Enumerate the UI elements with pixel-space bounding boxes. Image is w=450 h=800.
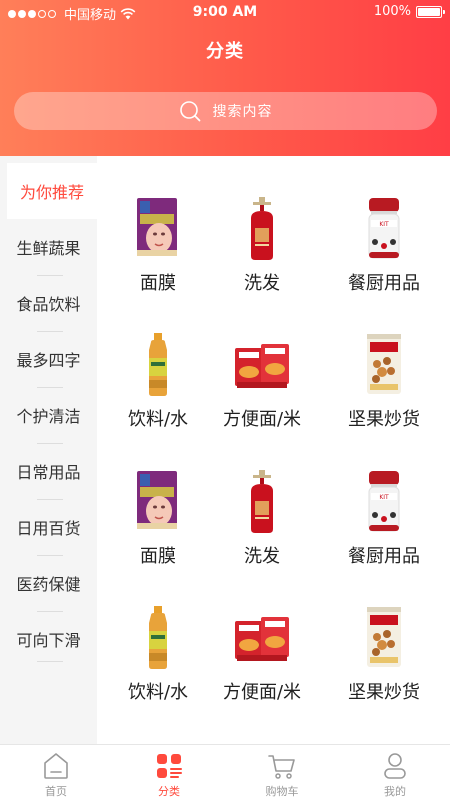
sidebar-item[interactable]: 日常用品	[0, 443, 97, 499]
tab-bar: 首页 分类 购物车 我的	[0, 744, 450, 800]
sidebar-item-label: 医药保健	[16, 575, 81, 594]
tab-home[interactable]: 首页	[0, 745, 112, 800]
sidebar-item-label: 食品饮料	[16, 295, 81, 314]
sidebar-item-label: 生鲜蔬果	[16, 239, 81, 258]
battery-percent: 100%	[373, 4, 411, 19]
sidebar-item[interactable]: 食品饮料	[0, 275, 97, 331]
food-jar-icon: KIT	[368, 471, 400, 532]
tab-label: 分类	[158, 785, 180, 798]
sidebar-divider	[37, 443, 63, 444]
svg-text:KIT: KIT	[379, 494, 389, 501]
face-mask-icon	[137, 198, 177, 256]
tab-label: 购物车	[265, 785, 299, 798]
status-right: 100%	[373, 4, 445, 19]
face-mask-icon	[137, 471, 177, 529]
product-category-item[interactable]: 洗发	[203, 469, 321, 589]
product-category-item[interactable]: 面膜	[99, 196, 217, 316]
battery-fill	[418, 7, 440, 16]
nut-snack-icon	[367, 334, 401, 394]
sidebar-item[interactable]: 生鲜蔬果	[0, 219, 97, 275]
tab-label: 我的	[384, 785, 406, 798]
instant-noodles-icon	[235, 344, 289, 388]
sidebar-item[interactable]: 最多四字	[0, 331, 97, 387]
product-category-item[interactable]: 方便面/米	[203, 605, 321, 725]
shampoo-bottle-icon	[251, 470, 273, 533]
product-category-item[interactable]: 面膜	[99, 469, 217, 589]
product-grid: 面膜 洗发 KIT 餐厨用品 饮料/水 方便面/米 坚果炒货 面膜 洗发 KIT…	[97, 156, 450, 744]
search-icon	[179, 101, 200, 122]
sidebar-item-label: 最多四字	[16, 351, 81, 370]
page-title: 分类	[206, 41, 244, 62]
sidebar-divider	[37, 275, 63, 276]
category-sidebar: 为你推荐生鲜蔬果食品饮料最多四字个护清洁日常用品日用百货医药保健可向下滑	[0, 156, 97, 744]
product-category-label: 餐厨用品	[348, 546, 420, 567]
cart-icon	[268, 755, 295, 779]
sidebar-item-label: 可向下滑	[16, 631, 81, 650]
nut-snack-icon	[367, 607, 401, 667]
product-category-label: 坚果炒货	[348, 409, 420, 430]
product-category-label: 方便面/米	[222, 409, 302, 430]
tab-label: 首页	[45, 785, 67, 798]
sidebar-divider	[37, 661, 63, 662]
product-category-item[interactable]: 方便面/米	[203, 332, 321, 452]
profile-icon	[384, 753, 406, 779]
status-bar: 中国移动 9:00 AM 100%	[0, 0, 450, 26]
sidebar-divider	[37, 499, 63, 500]
sidebar-divider	[37, 555, 63, 556]
sidebar-item-label: 日常用品	[16, 463, 81, 482]
search-bar[interactable]: 搜索内容	[14, 92, 437, 130]
header: 中国移动 9:00 AM 100% 分类 搜索内容	[0, 0, 450, 156]
product-category-item[interactable]: 坚果炒货	[325, 332, 443, 452]
product-category-item[interactable]: 饮料/水	[99, 605, 217, 725]
shampoo-bottle-icon	[251, 197, 273, 260]
product-category-label: 洗发	[244, 273, 280, 294]
food-jar-icon: KIT	[368, 198, 400, 259]
tab-cart[interactable]: 购物车	[226, 745, 338, 800]
product-category-item[interactable]: KIT 餐厨用品	[325, 469, 443, 589]
search-placeholder: 搜索内容	[212, 104, 273, 120]
svg-text:KIT: KIT	[379, 221, 389, 228]
sidebar-item-label: 日用百货	[16, 519, 81, 538]
sidebar-item[interactable]: 医药保健	[0, 555, 97, 611]
sidebar-item[interactable]: 个护清洁	[0, 387, 97, 443]
instant-noodles-icon	[235, 617, 289, 661]
sidebar-divider	[37, 387, 63, 388]
battery-icon	[416, 5, 445, 18]
sidebar-divider	[37, 611, 63, 612]
product-category-item[interactable]: 洗发	[203, 196, 321, 316]
home-icon	[44, 753, 68, 779]
sidebar-item[interactable]: 日用百货	[0, 499, 97, 555]
drink-bottle-icon	[149, 606, 167, 669]
sidebar-item-label: 为你推荐	[19, 183, 84, 202]
product-category-item[interactable]: 饮料/水	[99, 332, 217, 452]
tab-profile[interactable]: 我的	[339, 745, 450, 800]
tab-category[interactable]: 分类	[113, 745, 225, 800]
product-category-item[interactable]: KIT 餐厨用品	[325, 196, 443, 316]
product-category-item[interactable]: 坚果炒货	[325, 605, 443, 725]
sidebar-divider	[37, 331, 63, 332]
product-category-label: 方便面/米	[222, 682, 302, 703]
product-category-label: 坚果炒货	[348, 682, 420, 703]
sidebar-item-label: 个护清洁	[16, 407, 81, 426]
category-icon	[157, 754, 182, 778]
sidebar-item[interactable]: 可向下滑	[0, 611, 97, 667]
product-category-label: 洗发	[244, 546, 280, 567]
product-category-label: 餐厨用品	[348, 273, 420, 294]
drink-bottle-icon	[149, 333, 167, 396]
sidebar-item[interactable]: 为你推荐	[7, 163, 97, 219]
